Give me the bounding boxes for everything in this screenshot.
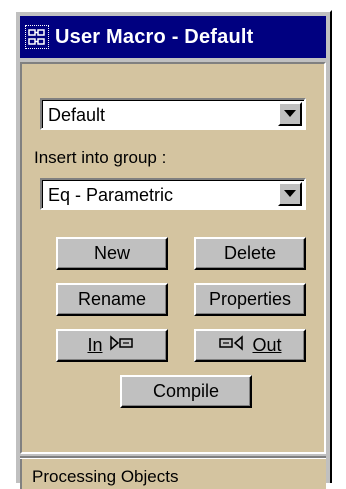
macro-window-icon[interactable]: [25, 25, 49, 49]
delete-button[interactable]: Delete: [194, 237, 306, 270]
out-button[interactable]: Out: [194, 329, 306, 362]
group-select-value: Eq - Parametric: [48, 185, 174, 205]
out-button-label: Out: [252, 335, 282, 355]
properties-button[interactable]: Properties: [194, 283, 306, 316]
macro-select[interactable]: Default: [40, 98, 306, 130]
insert-group-label: Insert into group :: [34, 148, 167, 167]
user-macro-window: User Macro - Default Default Insert into…: [14, 10, 332, 489]
macro-panel: Default Insert into group : Eq - Paramet…: [20, 62, 326, 454]
chevron-down-icon[interactable]: [278, 182, 302, 206]
window-title: User Macro - Default: [55, 25, 254, 48]
rename-button[interactable]: Rename: [56, 283, 168, 316]
in-button[interactable]: In: [56, 329, 168, 362]
new-button[interactable]: New: [56, 237, 168, 270]
in-button-label: In: [87, 335, 103, 355]
input-connector-icon: [109, 335, 137, 356]
processing-objects-label: Processing Objects: [32, 467, 179, 486]
title-bar[interactable]: User Macro - Default: [20, 16, 326, 58]
chevron-down-icon[interactable]: [278, 102, 302, 126]
macro-select-value: Default: [48, 105, 106, 125]
group-select[interactable]: Eq - Parametric: [40, 178, 306, 210]
output-connector-icon: [218, 335, 246, 356]
processing-objects-panel: Processing Objects: [20, 459, 326, 489]
compile-button[interactable]: Compile: [120, 375, 252, 408]
